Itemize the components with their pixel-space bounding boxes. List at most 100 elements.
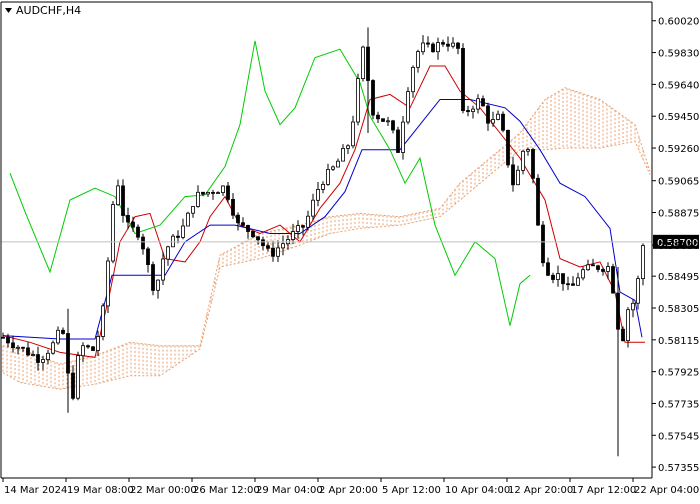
candle-bearish (531, 149, 535, 179)
y-tick-label: 0.58875 (658, 209, 699, 220)
candle-bearish (226, 185, 230, 200)
candle-bullish (641, 245, 645, 279)
candle-bullish (401, 121, 405, 153)
candle-bullish (96, 336, 100, 351)
candle-bearish (121, 185, 125, 216)
candle-bullish (416, 51, 420, 68)
x-tick-label: 2 Apr 20:00 (319, 485, 378, 496)
candle-bearish (21, 346, 25, 349)
candle-bullish (451, 42, 455, 47)
candle-bullish (436, 42, 440, 53)
candle-bearish (86, 345, 90, 348)
candle-bearish (146, 248, 150, 265)
candle-bullish (281, 243, 285, 249)
candle-bullish (341, 147, 345, 162)
candle-bullish (491, 119, 495, 124)
x-tick-label: 17 Apr 12:00 (571, 485, 636, 496)
candle-bearish (466, 110, 470, 113)
candle-bearish (611, 266, 615, 294)
candle-bearish (231, 198, 235, 216)
y-tick-label: 0.59065 (658, 177, 699, 188)
candle-bullish (46, 352, 50, 360)
candle-bullish (221, 185, 225, 193)
y-tick-label: 0.60020 (658, 17, 699, 28)
candle-bullish (81, 345, 85, 357)
candle-bullish (306, 215, 310, 228)
candle-bullish (516, 169, 520, 186)
candle-bullish (161, 258, 165, 281)
candle-bullish (181, 225, 185, 238)
y-tick-label: 0.59260 (658, 144, 699, 155)
candle-bearish (176, 235, 180, 238)
y-tick-label: 0.57735 (658, 399, 699, 410)
candle-bullish (196, 191, 200, 207)
candle-bearish (396, 129, 400, 153)
candle-bearish (506, 129, 510, 166)
candle-bearish (541, 224, 545, 264)
candle-bearish (26, 347, 30, 356)
candle-bullish (406, 91, 410, 123)
candle-bullish (31, 354, 35, 357)
candle-bearish (566, 283, 570, 286)
chart: 0.58700 0.60020 0.59830 0.59640 0.59450 0.59… (0, 0, 700, 500)
candle-bullish (386, 120, 390, 123)
candle-bearish (501, 113, 505, 131)
candle-bearish (246, 224, 250, 232)
candle-bearish (596, 265, 600, 270)
candle-bearish (456, 42, 460, 49)
candle-bullish (111, 204, 115, 262)
candle-bullish (216, 192, 220, 195)
y-tick-label: 0.59640 (658, 80, 699, 91)
candle-bullish (496, 113, 500, 120)
candle-bearish (511, 164, 515, 186)
y-tick-label: 0.58495 (658, 272, 699, 283)
candle-bullish (606, 266, 610, 272)
candle-bearish (1, 336, 5, 339)
candle-bearish (211, 191, 215, 194)
candle-bullish (326, 168, 330, 185)
candle-bullish (556, 273, 560, 280)
candle-bullish (51, 342, 55, 354)
candle-bearish (616, 292, 620, 330)
candle-bearish (201, 191, 205, 195)
candle-bullish (106, 260, 110, 307)
candle-bullish (636, 278, 640, 304)
candle-bullish (351, 121, 355, 147)
candle-bearish (536, 177, 540, 226)
candle-bullish (476, 98, 480, 110)
candle-bullish (101, 305, 105, 337)
candle-bullish (276, 247, 280, 257)
candle-bullish (356, 78, 360, 123)
y-tick-label: 0.58115 (658, 336, 699, 347)
candle-bullish (336, 160, 340, 168)
candle-bearish (601, 269, 605, 272)
candle-bullish (631, 302, 635, 311)
candle-bullish (56, 329, 60, 344)
candle-bearish (301, 225, 305, 228)
candle-bearish (261, 239, 265, 247)
candle-bearish (481, 98, 485, 107)
candle-bullish (321, 183, 325, 190)
candle-bearish (251, 230, 255, 237)
candle-bearish (441, 42, 445, 45)
x-tick-label: 22 Mar 00:00 (130, 485, 197, 496)
candle-bearish (426, 42, 430, 45)
candle-bearish (376, 114, 380, 120)
y-tick-label: 0.57545 (658, 431, 699, 442)
y-tick-label: 0.57925 (658, 368, 699, 379)
candle-bullish (361, 46, 365, 79)
candle-bearish (431, 43, 435, 53)
x-tick-label: 22 Apr 04:00 (634, 485, 699, 496)
candle-bullish (16, 346, 20, 349)
candle-bearish (546, 262, 550, 276)
candle-bearish (381, 118, 385, 122)
y-tick-label: 0.59450 (658, 112, 699, 123)
candle-bearish (36, 354, 40, 363)
x-tick-label: 29 Mar 04:00 (256, 485, 323, 496)
chart-title: AUDCHF,H4 (16, 4, 81, 17)
candle-bullish (296, 225, 300, 232)
candle-bullish (166, 246, 170, 260)
candle-bearish (366, 46, 370, 81)
candle-bullish (41, 359, 45, 363)
candle-bearish (151, 264, 155, 291)
